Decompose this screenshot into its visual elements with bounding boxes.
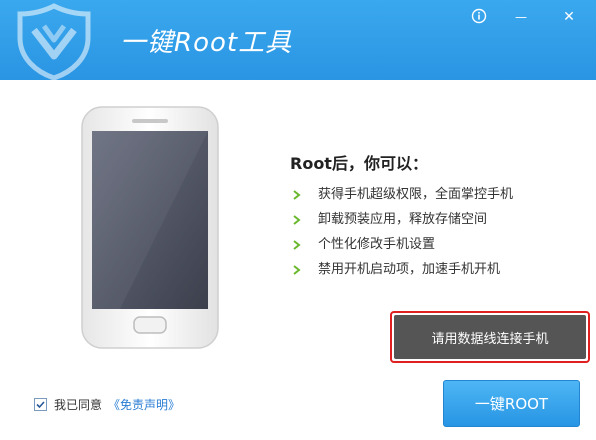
connect-phone-tooltip: 请用数据线连接手机	[390, 311, 590, 363]
headline: Root后，你可以：	[290, 154, 428, 173]
close-icon: ✕	[563, 9, 575, 25]
list-item: 卸载预装应用，释放存储空间	[292, 207, 513, 232]
feature-text: 获得手机超级权限，全面掌控手机	[318, 186, 514, 202]
chevron-right-icon	[293, 264, 301, 275]
feature-text: 卸载预装应用，释放存储空间	[318, 211, 488, 227]
agreement-row: 我已同意 《免责声明》	[34, 396, 180, 413]
info-button[interactable]	[467, 4, 491, 28]
disclaimer-link[interactable]: 《免责声明》	[108, 396, 180, 413]
feature-text: 个性化修改手机设置	[318, 236, 436, 252]
phone-illustration	[81, 106, 219, 349]
list-item: 禁用开机启动项，加速手机开机	[292, 257, 513, 282]
one-click-root-button[interactable]: 一键ROOT	[443, 380, 580, 427]
feature-text: 禁用开机启动项，加速手机开机	[318, 261, 501, 277]
list-item: 获得手机超级权限，全面掌控手机	[292, 182, 513, 207]
agree-checkbox[interactable]	[34, 398, 47, 411]
window-title: 一键Root工具	[120, 28, 293, 58]
chevron-right-icon	[293, 214, 301, 225]
feature-list: 获得手机超级权限，全面掌控手机 卸载预装应用，释放存储空间 个性化修改手机设置 …	[292, 182, 513, 282]
chevron-right-icon	[293, 239, 301, 250]
chevron-right-icon	[293, 189, 301, 200]
title-bar: 一键Root工具 — ✕	[0, 0, 596, 80]
shield-logo-icon	[17, 3, 91, 80]
close-button[interactable]: ✕	[557, 4, 581, 28]
info-icon	[471, 8, 487, 24]
tooltip-text: 请用数据线连接手机	[394, 315, 586, 359]
checkmark-icon	[36, 401, 45, 409]
agree-label: 我已同意	[54, 398, 103, 412]
root-tool-window: 一键Root工具 — ✕ Root后，你可以： 获得手机超级权限，全面掌控手机 …	[0, 0, 596, 440]
minimize-icon: —	[515, 10, 527, 24]
minimize-button[interactable]: —	[509, 4, 533, 28]
list-item: 个性化修改手机设置	[292, 232, 513, 257]
